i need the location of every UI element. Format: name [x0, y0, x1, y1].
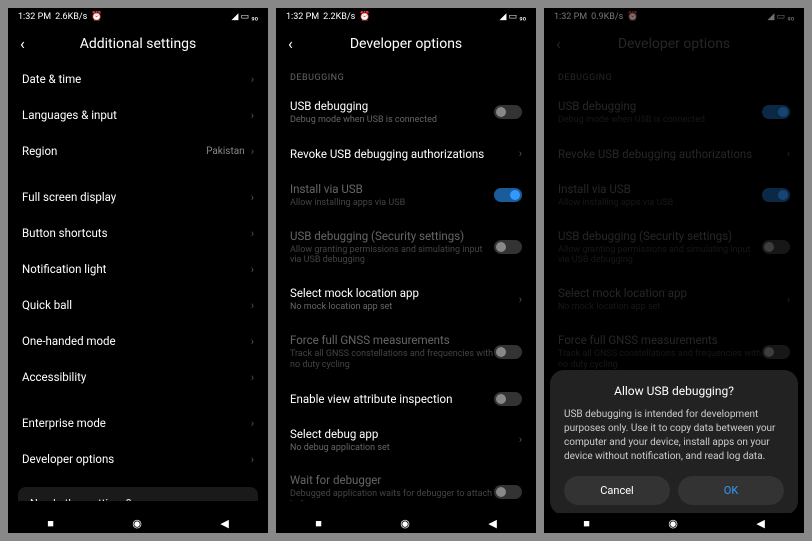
nav-bar: ■ ◉ ◀	[8, 513, 268, 533]
back-button[interactable]: ‹	[288, 34, 308, 53]
ok-button[interactable]: OK	[678, 476, 784, 505]
nav-home-icon[interactable]: ◉	[400, 517, 410, 530]
row-languages[interactable]: Languages & input›	[8, 97, 268, 133]
chevron-right-icon: ›	[251, 73, 254, 86]
screen-developer-options-dialog: 1:32 PM0.9KB/s⏰ ◢ ▭ ₉₀ ‹ Developer optio…	[544, 8, 804, 533]
toggle-switch[interactable]	[494, 240, 522, 254]
status-time: 1:32 PM	[18, 12, 51, 22]
toggle-switch[interactable]	[494, 392, 522, 406]
alarm-icon: ⏰	[91, 12, 102, 22]
row-button-shortcuts[interactable]: Button shortcuts›	[8, 215, 268, 251]
nav-recent-icon[interactable]: ■	[47, 517, 54, 530]
chevron-right-icon: ›	[519, 147, 522, 160]
row-region[interactable]: RegionPakistan›	[8, 133, 268, 169]
section-label: DEBUGGING	[276, 61, 536, 89]
nav-bar: ■ ◉ ◀	[276, 513, 536, 533]
dialog-title: Allow USB debugging?	[564, 384, 784, 398]
chevron-right-icon: ›	[251, 109, 254, 122]
status-bar: 1:32 PM 2.2KB/s ⏰ ◢ ▭ ₉₀	[276, 8, 536, 26]
chevron-right-icon: ›	[251, 145, 254, 158]
status-time: 1:32 PM	[286, 12, 319, 22]
alarm-icon: ⏰	[359, 12, 370, 22]
row-quick-ball[interactable]: Quick ball›	[8, 287, 268, 323]
row-accessibility[interactable]: Accessibility›	[8, 359, 268, 395]
nav-bar: ■ ◉ ◀	[544, 513, 804, 533]
chevron-right-icon: ›	[251, 417, 254, 430]
nav-back-icon[interactable]: ◀	[220, 517, 228, 530]
setting-row[interactable]: Install via USBAllow installing apps via…	[276, 172, 536, 219]
nav-recent-icon[interactable]: ■	[583, 517, 590, 530]
status-icons: ◢ ▭ ₉₀	[500, 12, 527, 22]
setting-row[interactable]: USB debugging (Security settings)Allow g…	[276, 219, 536, 277]
chevron-right-icon: ›	[519, 433, 522, 446]
header: ‹ Developer options	[276, 26, 536, 61]
chevron-right-icon: ›	[251, 299, 254, 312]
other-settings-card: Need other settings? Privacy Sound effec…	[18, 487, 258, 501]
setting-row[interactable]: Select mock location appNo mock location…	[276, 276, 536, 323]
nav-home-icon[interactable]: ◉	[668, 517, 678, 530]
setting-row[interactable]: Enable view attribute inspection	[276, 381, 536, 417]
setting-row[interactable]: USB debuggingDebug mode when USB is conn…	[276, 89, 536, 136]
region-value: Pakistan	[206, 146, 245, 157]
chevron-right-icon: ›	[251, 335, 254, 348]
status-icons: ◢ ▭ ₉₀	[232, 12, 259, 22]
nav-back-icon[interactable]: ◀	[756, 517, 764, 530]
header: ‹ Additional settings	[8, 26, 268, 61]
page-title: Developer options	[276, 36, 536, 52]
screen-developer-options: 1:32 PM 2.2KB/s ⏰ ◢ ▭ ₉₀ ‹ Developer optio…	[276, 8, 536, 533]
row-developer-options[interactable]: Developer options›	[8, 441, 268, 477]
toggle-switch[interactable]	[494, 188, 522, 202]
status-speed: 2.6KB/s	[55, 12, 87, 22]
toggle-switch[interactable]	[494, 105, 522, 119]
chevron-right-icon: ›	[251, 453, 254, 466]
row-enterprise[interactable]: Enterprise mode›	[8, 405, 268, 441]
chevron-right-icon: ›	[251, 371, 254, 384]
row-full-screen[interactable]: Full screen display›	[8, 179, 268, 215]
nav-back-icon[interactable]: ◀	[488, 517, 496, 530]
setting-row[interactable]: Wait for debuggerDebugged application wa…	[276, 463, 536, 501]
page-title: Additional settings	[8, 36, 268, 52]
back-button[interactable]: ‹	[20, 34, 40, 53]
dialog-body: USB debugging is intended for developmen…	[564, 408, 784, 464]
nav-recent-icon[interactable]: ■	[315, 517, 322, 530]
chevron-right-icon: ›	[251, 227, 254, 240]
setting-row[interactable]: Revoke USB debugging authorizations›	[276, 136, 536, 172]
usb-debugging-dialog: Allow USB debugging? USB debugging is in…	[550, 370, 798, 515]
chevron-right-icon: ›	[251, 191, 254, 204]
row-date-time[interactable]: Date & time›	[8, 61, 268, 97]
row-notification-light[interactable]: Notification light›	[8, 251, 268, 287]
row-one-handed[interactable]: One-handed mode›	[8, 323, 268, 359]
chevron-right-icon: ›	[251, 263, 254, 276]
nav-home-icon[interactable]: ◉	[132, 517, 142, 530]
status-bar: 1:32 PM 2.6KB/s ⏰ ◢ ▭ ₉₀	[8, 8, 268, 26]
toggle-switch[interactable]	[494, 345, 522, 359]
status-speed: 2.2KB/s	[323, 12, 355, 22]
cancel-button[interactable]: Cancel	[564, 476, 670, 505]
chevron-right-icon: ›	[519, 293, 522, 306]
setting-row[interactable]: Force full GNSS measurementsTrack all GN…	[276, 323, 536, 381]
setting-row[interactable]: Select debug appNo debug application set…	[276, 417, 536, 464]
screen-additional-settings: 1:32 PM 2.6KB/s ⏰ ◢ ▭ ₉₀ ‹ Additional sett…	[8, 8, 268, 533]
toggle-switch[interactable]	[494, 485, 522, 499]
card-title: Need other settings?	[30, 497, 246, 501]
